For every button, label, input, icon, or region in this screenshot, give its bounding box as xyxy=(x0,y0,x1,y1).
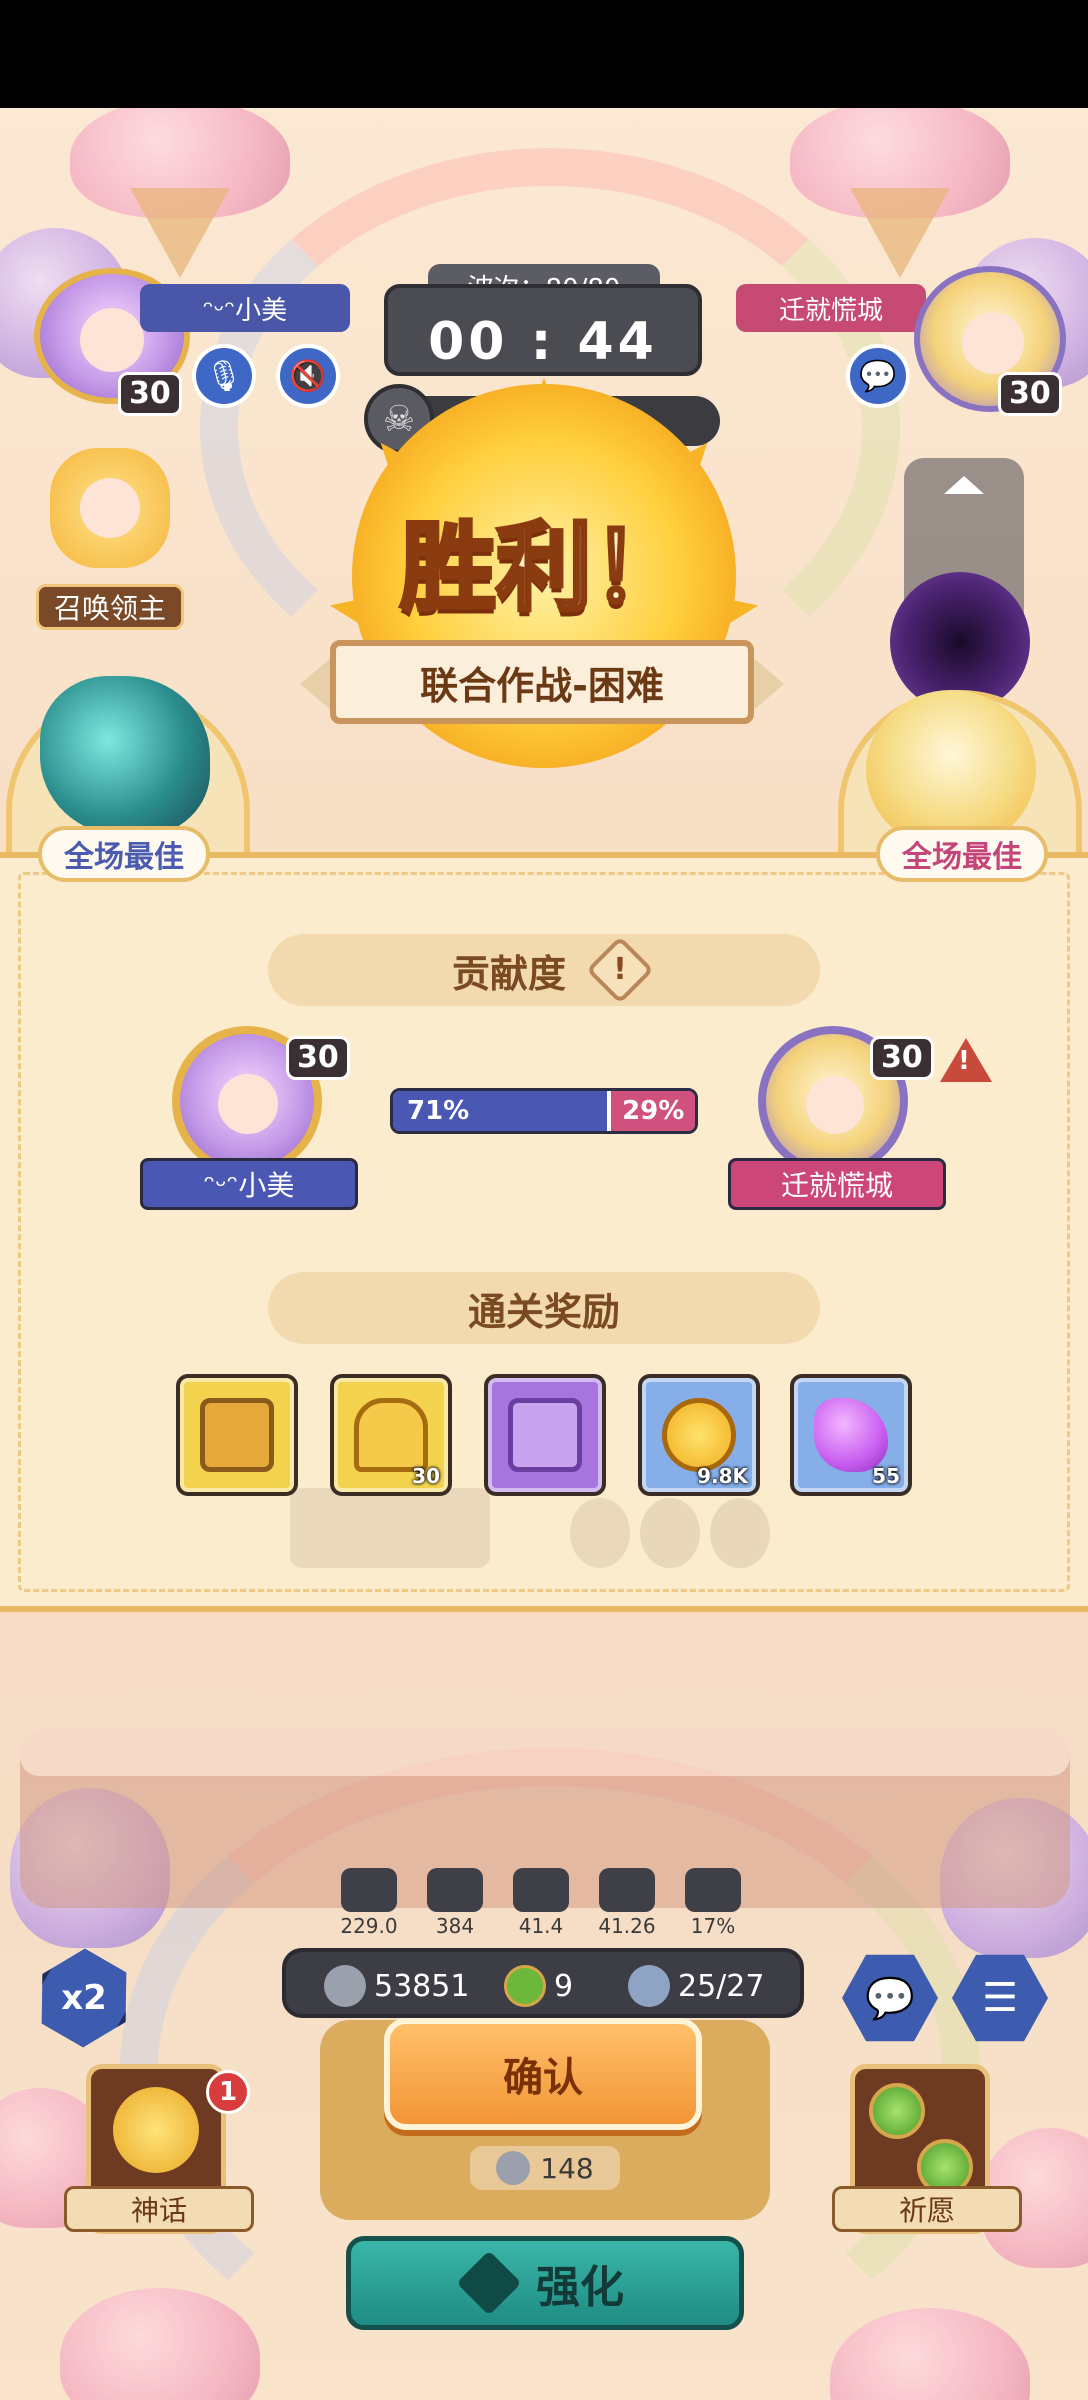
clover-resource: 9 xyxy=(504,1964,573,2008)
unit-icon xyxy=(628,1965,670,2007)
prayer-label[interactable]: 祈愿 xyxy=(832,2186,1022,2232)
chat-bubble-icon: 💬 xyxy=(865,1975,915,2022)
confirm-button[interactable]: 确认 xyxy=(384,2018,702,2130)
key-icon xyxy=(354,1398,428,1472)
stat-speed: 41.26 xyxy=(594,1868,660,1938)
silver-coin-icon xyxy=(324,1965,366,2007)
player2-name-tag: 迁就慌城 xyxy=(736,284,926,332)
resource-bar: 53851 9 25/27 xyxy=(282,1948,804,2018)
contribution-player2-share: 29% xyxy=(607,1091,695,1131)
contribution-player1-share: 71% xyxy=(393,1091,608,1131)
summon-lord-label: 召唤领主 xyxy=(36,584,184,630)
contribution-title: 贡献度 xyxy=(451,951,566,996)
mic-off-icon[interactable]: 🎙 xyxy=(192,344,256,408)
speed-x2-label[interactable]: x2 xyxy=(36,1978,132,2018)
player1-level-badge: 30 xyxy=(118,372,182,416)
reward-item[interactable]: 30 xyxy=(330,1374,452,1496)
heart-icon xyxy=(513,1868,569,1912)
speaker-off-icon[interactable]: 🔇 xyxy=(276,344,340,408)
stat-crit: 384 xyxy=(422,1868,488,1938)
reward-item[interactable]: 9.8K xyxy=(638,1374,760,1496)
menu-icon: ☰ xyxy=(982,1975,1018,2021)
speed-icon xyxy=(599,1868,655,1912)
reward-item[interactable] xyxy=(176,1374,298,1496)
chat-bubble-icon[interactable]: 💬 xyxy=(846,344,910,408)
contribution-share-bar: 71% 29% xyxy=(390,1088,698,1134)
silver-coin-icon xyxy=(496,2151,531,2185)
stat-heart: 41.4 xyxy=(508,1868,574,1938)
contribution-player1-level: 30 xyxy=(286,1036,350,1080)
countdown-timer: 00 : 44 xyxy=(428,312,658,372)
gold-coin-icon xyxy=(662,1398,736,1472)
unit-count: 25/27 xyxy=(628,1964,764,2008)
mvp-left-tag: 全场最佳 xyxy=(38,826,210,882)
upgrade-arrow-icon xyxy=(456,2250,522,2316)
mvp-left-character xyxy=(40,676,210,836)
player1-name-tag: ᵔᵕᵔ小美 xyxy=(140,284,350,332)
clover-icon xyxy=(504,1965,546,2007)
notification-badge: 1 xyxy=(206,2070,250,2114)
clover-icon xyxy=(869,2083,925,2139)
upgrade-button[interactable]: 强化 xyxy=(346,2236,744,2330)
reward-item[interactable]: 55 xyxy=(790,1374,912,1496)
percent-icon xyxy=(685,1868,741,1912)
golden-chest-icon xyxy=(200,1398,274,1472)
myth-label[interactable]: 神话 xyxy=(64,2186,254,2232)
stat-attack: 229.0 xyxy=(336,1868,402,1938)
contribution-player2-level: 30 xyxy=(870,1036,934,1080)
contribution-header: 贡献度 xyxy=(268,934,820,1006)
mvp-right-tag: 全场最佳 xyxy=(876,826,1048,882)
reward-item[interactable] xyxy=(484,1374,606,1496)
stats-row: 229.0 384 41.4 41.26 17% xyxy=(336,1868,756,1938)
contribution-player1-name: ᵔᵕᵔ小美 xyxy=(140,1158,358,1210)
result-panel: 贡献度 ! 30 ᵔᵕᵔ小美 71% 29% 30 ! 迁就慌城 通关奖励 30… xyxy=(0,852,1088,1612)
rewards-title: 通关奖励 xyxy=(268,1272,820,1344)
attack-icon xyxy=(341,1868,397,1912)
report-warning-icon[interactable]: ! xyxy=(940,1038,992,1082)
crit-icon xyxy=(427,1868,483,1912)
purple-crystal-icon xyxy=(814,1398,888,1472)
victory-title: 胜利！ xyxy=(398,509,690,626)
stat-percent: 17% xyxy=(680,1868,746,1938)
status-bar xyxy=(0,0,1088,108)
chevron-up-icon xyxy=(944,476,984,494)
contribution-player2-name: 迁就慌城 xyxy=(728,1158,946,1210)
battle-mode-ribbon: 联合作战-困难 xyxy=(330,640,754,724)
myth-emblem-icon xyxy=(113,2087,199,2173)
summon-cost: 148 xyxy=(470,2146,620,2190)
player2-level-badge: 30 xyxy=(998,372,1062,416)
silver-resource: 53851 xyxy=(324,1964,469,2008)
purple-chest-icon xyxy=(508,1398,582,1472)
